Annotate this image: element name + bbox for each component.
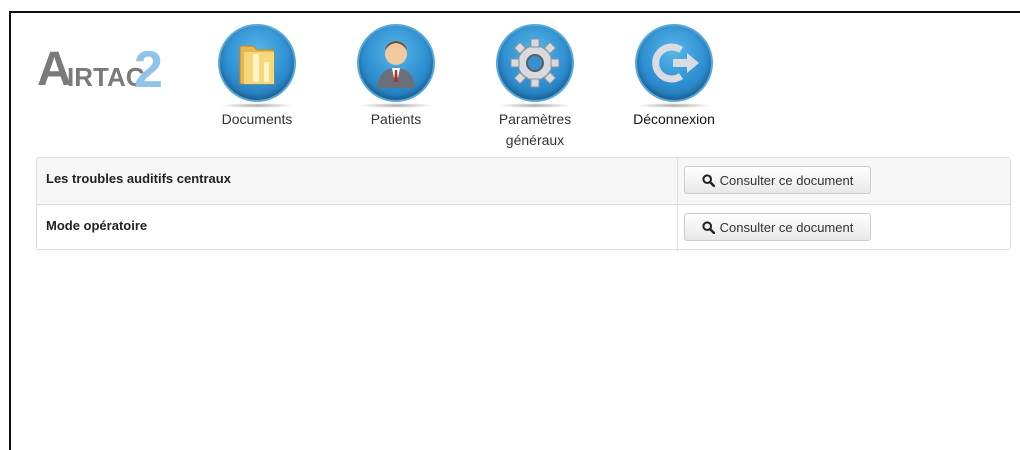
- nav-label-deconnexion: Déconnexion: [633, 111, 715, 127]
- gear-icon-shadow: [498, 103, 572, 108]
- consult-document-button[interactable]: Consulter ce document: [684, 213, 871, 241]
- consult-document-label: Consulter ce document: [719, 172, 854, 188]
- nav-item-patients[interactable]: Patients: [346, 20, 446, 130]
- nav-item-parametres[interactable]: Paramètres généraux: [485, 20, 585, 151]
- nav-label-parametres: Paramètres généraux: [485, 109, 585, 151]
- user-icon-shadow: [359, 103, 433, 108]
- folder-icon-shadow: [220, 103, 294, 108]
- search-icon: [702, 173, 715, 187]
- nav-label-patients: Patients: [370, 111, 422, 127]
- app-logo[interactable]: A IRTAC 2: [37, 41, 177, 99]
- logo-letters: IRTAC: [67, 62, 145, 92]
- logout-icon: [635, 24, 713, 102]
- nav-item-deconnexion[interactable]: Déconnexion: [624, 20, 724, 130]
- search-icon: [702, 220, 715, 234]
- consult-document-button[interactable]: Consulter ce document: [684, 166, 871, 194]
- logout-icon-shadow: [637, 103, 711, 108]
- table-row: Mode opératoire Consulter ce document: [37, 205, 1010, 251]
- documents-table: Les troubles auditifs centraux Consulter…: [36, 157, 1011, 251]
- user-icon: [357, 24, 435, 102]
- nav-item-documents[interactable]: Documents: [207, 20, 307, 130]
- nav-label-parametres-line2: généraux: [505, 132, 565, 148]
- nav-label-parametres-line1: Paramètres: [498, 111, 572, 127]
- folder-icon: [218, 24, 296, 102]
- logo-number: 2: [134, 41, 163, 99]
- gear-icon: [496, 24, 574, 102]
- consult-document-label: Consulter ce document: [719, 219, 854, 235]
- document-title: Mode opératoire: [46, 218, 148, 233]
- table-row: Les troubles auditifs centraux Consulter…: [37, 158, 1010, 205]
- column-divider: [677, 205, 678, 251]
- nav-label-documents: Documents: [221, 111, 293, 127]
- column-divider: [677, 158, 678, 204]
- document-title: Les troubles auditifs centraux: [46, 171, 231, 186]
